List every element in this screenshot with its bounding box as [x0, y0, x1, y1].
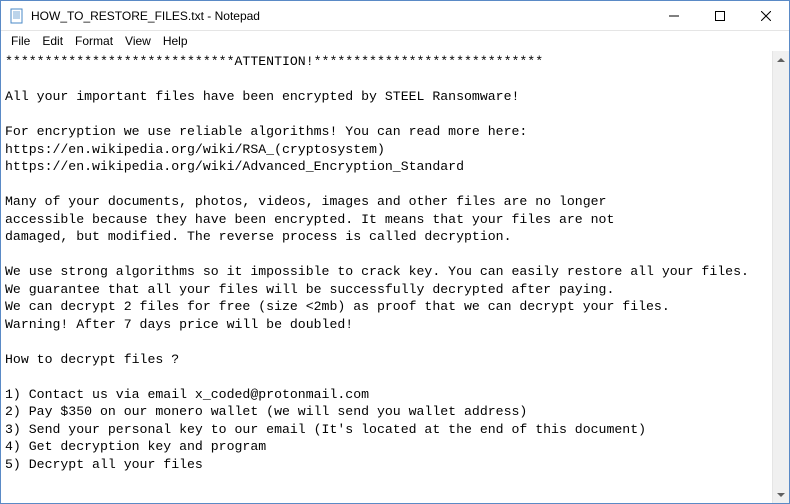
maximize-button[interactable]	[697, 1, 743, 30]
menu-help[interactable]: Help	[157, 33, 194, 49]
menu-format[interactable]: Format	[69, 33, 119, 49]
scroll-down-arrow[interactable]	[773, 486, 789, 503]
close-button[interactable]	[743, 1, 789, 30]
minimize-button[interactable]	[651, 1, 697, 30]
menu-view[interactable]: View	[119, 33, 157, 49]
content-wrapper: *****************************ATTENTION!*…	[1, 51, 789, 503]
window-title: HOW_TO_RESTORE_FILES.txt - Notepad	[31, 9, 651, 23]
window-controls	[651, 1, 789, 30]
menubar: File Edit Format View Help	[1, 31, 789, 51]
menu-file[interactable]: File	[5, 33, 36, 49]
text-area[interactable]: *****************************ATTENTION!*…	[1, 51, 772, 503]
notepad-icon	[9, 8, 25, 24]
scroll-track[interactable]	[773, 68, 789, 486]
scroll-up-arrow[interactable]	[773, 51, 789, 68]
titlebar: HOW_TO_RESTORE_FILES.txt - Notepad	[1, 1, 789, 31]
vertical-scrollbar[interactable]	[772, 51, 789, 503]
menu-edit[interactable]: Edit	[36, 33, 69, 49]
